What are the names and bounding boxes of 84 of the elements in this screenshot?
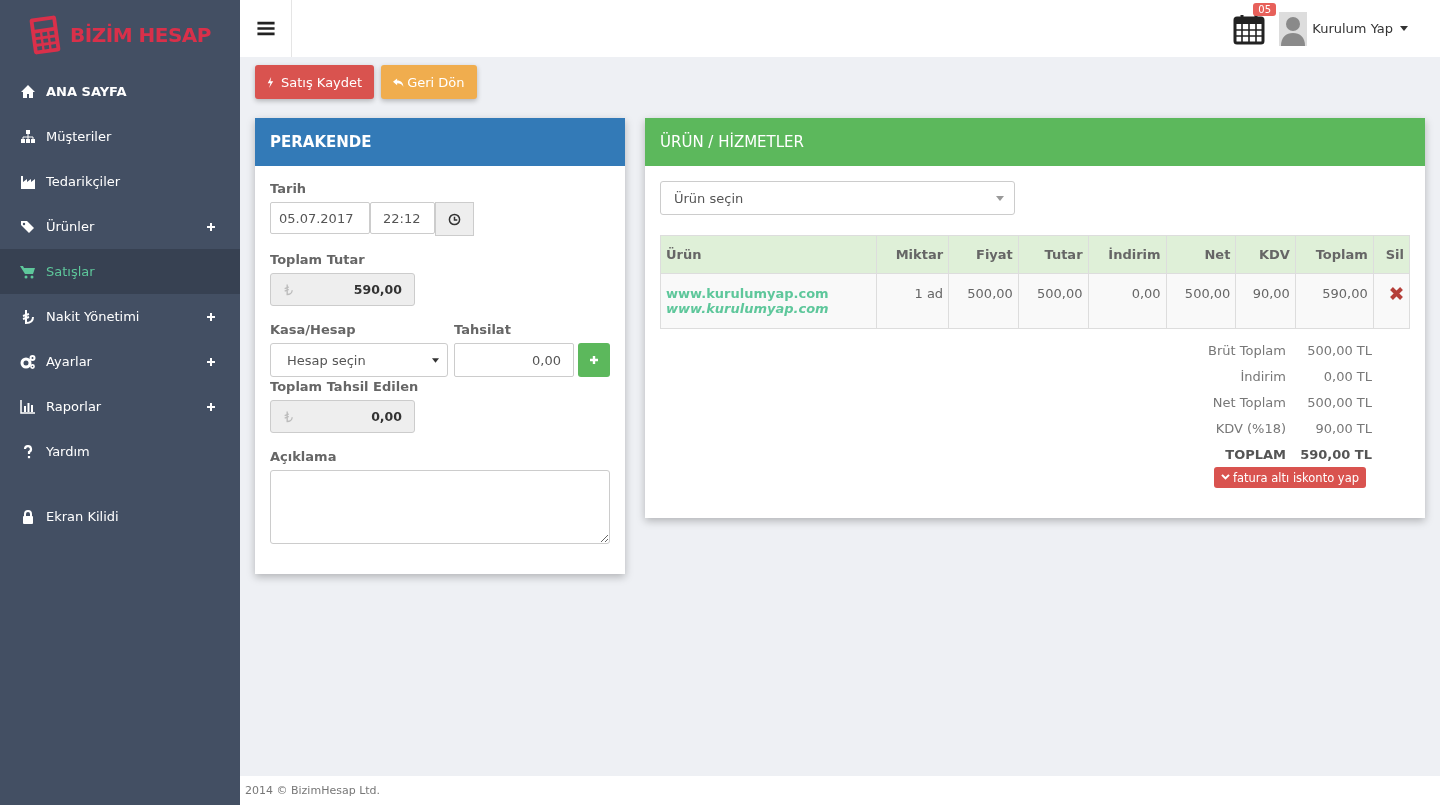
hierarchy-icon xyxy=(20,128,36,145)
summary-label: KDV (%18) xyxy=(1215,420,1286,436)
table-cell: 90,00 xyxy=(1235,273,1296,329)
field-label: Tarih xyxy=(270,181,308,196)
sidebar-item[interactable]: ANA SAYFA xyxy=(0,69,240,114)
save-button[interactable]: Satış Kaydet xyxy=(255,65,375,99)
panel-title: PERAKENDE xyxy=(255,118,625,166)
plus-icon xyxy=(206,401,216,412)
column-header: Ürün xyxy=(660,235,877,274)
clock-icon xyxy=(448,212,461,226)
panel-title: ÜRÜN / HİZMETLER xyxy=(645,118,1425,166)
lock-icon xyxy=(20,508,36,525)
brand-name: BİZİM HESAP xyxy=(70,22,211,47)
lira-icon xyxy=(283,283,293,296)
sidebar-item[interactable]: Ürünler xyxy=(0,204,240,249)
caret-icon xyxy=(432,357,439,363)
date-field[interactable]: 05.07.2017 xyxy=(270,202,370,234)
caret-icon xyxy=(1400,26,1408,31)
column-header: Sil xyxy=(1373,235,1410,274)
discount-button[interactable]: fatura altı iskonto yap xyxy=(1213,467,1366,488)
close-icon xyxy=(1389,286,1404,301)
summary-label: Brüt Toplam xyxy=(1208,342,1286,358)
time-field[interactable]: 22:12 xyxy=(370,202,435,234)
column-header: Fiyat xyxy=(948,235,1019,274)
column-header: KDV xyxy=(1235,235,1296,274)
time-picker-button[interactable] xyxy=(435,202,474,236)
summary-value: 500,00 TL xyxy=(1306,394,1372,410)
total-amount-field: 590,00 xyxy=(270,273,415,306)
cart-icon xyxy=(20,263,36,280)
lira-icon xyxy=(283,410,293,423)
bar-chart-icon xyxy=(20,398,36,415)
product-select[interactable]: Ürün seçin xyxy=(660,181,1015,215)
field-label: Kasa/Hesap xyxy=(270,322,357,337)
calendar-icon xyxy=(1233,13,1266,45)
summary-value: 590,00 TL xyxy=(1299,446,1372,462)
plus-icon xyxy=(589,355,599,365)
payment-field[interactable]: 0,00 xyxy=(454,343,574,377)
table-cell: 500,00 xyxy=(948,273,1019,329)
column-header: Tutar xyxy=(1018,235,1089,274)
summary-value: 500,00 TL xyxy=(1306,342,1372,358)
column-header: Miktar xyxy=(876,235,949,274)
summary-value: 0,00 TL xyxy=(1322,368,1372,384)
plus-icon xyxy=(206,221,216,232)
tags-icon xyxy=(20,218,36,235)
account-select[interactable]: Hesap seçin xyxy=(270,343,448,377)
sidebar-item[interactable]: Raporlar xyxy=(0,384,240,429)
sidebar-item[interactable]: Müşteriler xyxy=(0,114,240,159)
home-icon xyxy=(20,83,36,100)
table-cell: 0,00 xyxy=(1088,273,1167,329)
sidebar-item[interactable]: Ayarlar xyxy=(0,339,240,384)
column-header: Net xyxy=(1166,235,1236,274)
table-cell: 590,00 xyxy=(1295,273,1374,329)
summary-label: İndirim xyxy=(1240,368,1286,384)
description-field[interactable] xyxy=(270,470,610,544)
plus-icon xyxy=(206,356,216,367)
plus-icon xyxy=(206,311,216,322)
field-label: Tahsilat xyxy=(454,322,512,337)
field-label: Toplam Tahsil Edilen xyxy=(270,379,420,394)
copyright-text: 2014 © BizimHesap Ltd. xyxy=(245,784,381,797)
field-label: Açıklama xyxy=(270,449,338,464)
sidebar-item[interactable]: Satışlar xyxy=(0,249,240,294)
table-cell: 1 ad xyxy=(876,273,949,329)
table-cell: 500,00 xyxy=(1166,273,1236,329)
summary-label: Net Toplam xyxy=(1212,394,1286,410)
sidebar-item[interactable]: Yardım xyxy=(0,429,240,474)
sidebar-item[interactable]: Tedarikçiler xyxy=(0,159,240,204)
table-cell: 500,00 xyxy=(1018,273,1089,329)
lira-icon xyxy=(20,308,36,325)
caret-icon xyxy=(996,195,1004,201)
column-header: İndirim xyxy=(1088,235,1167,274)
summary-value: 90,00 TL xyxy=(1314,420,1372,436)
chevron-down-icon xyxy=(1220,474,1230,481)
menu-icon xyxy=(256,21,275,36)
gears-icon xyxy=(20,353,36,370)
sidebar-item[interactable]: Ekran Kilidi xyxy=(0,494,240,539)
column-header: Toplam xyxy=(1295,235,1374,274)
notification-badge: 05 xyxy=(1253,3,1276,16)
sidebar-item[interactable]: Nakit Yönetimi xyxy=(0,294,240,339)
product-description: www.kurulumyap.com xyxy=(666,301,830,316)
field-label: Toplam Tutar xyxy=(270,252,366,267)
avatar-icon xyxy=(1279,11,1308,46)
summary-label: TOPLAM xyxy=(1225,446,1286,462)
factory-icon xyxy=(20,173,36,190)
collected-amount-field: 0,00 xyxy=(270,400,415,433)
